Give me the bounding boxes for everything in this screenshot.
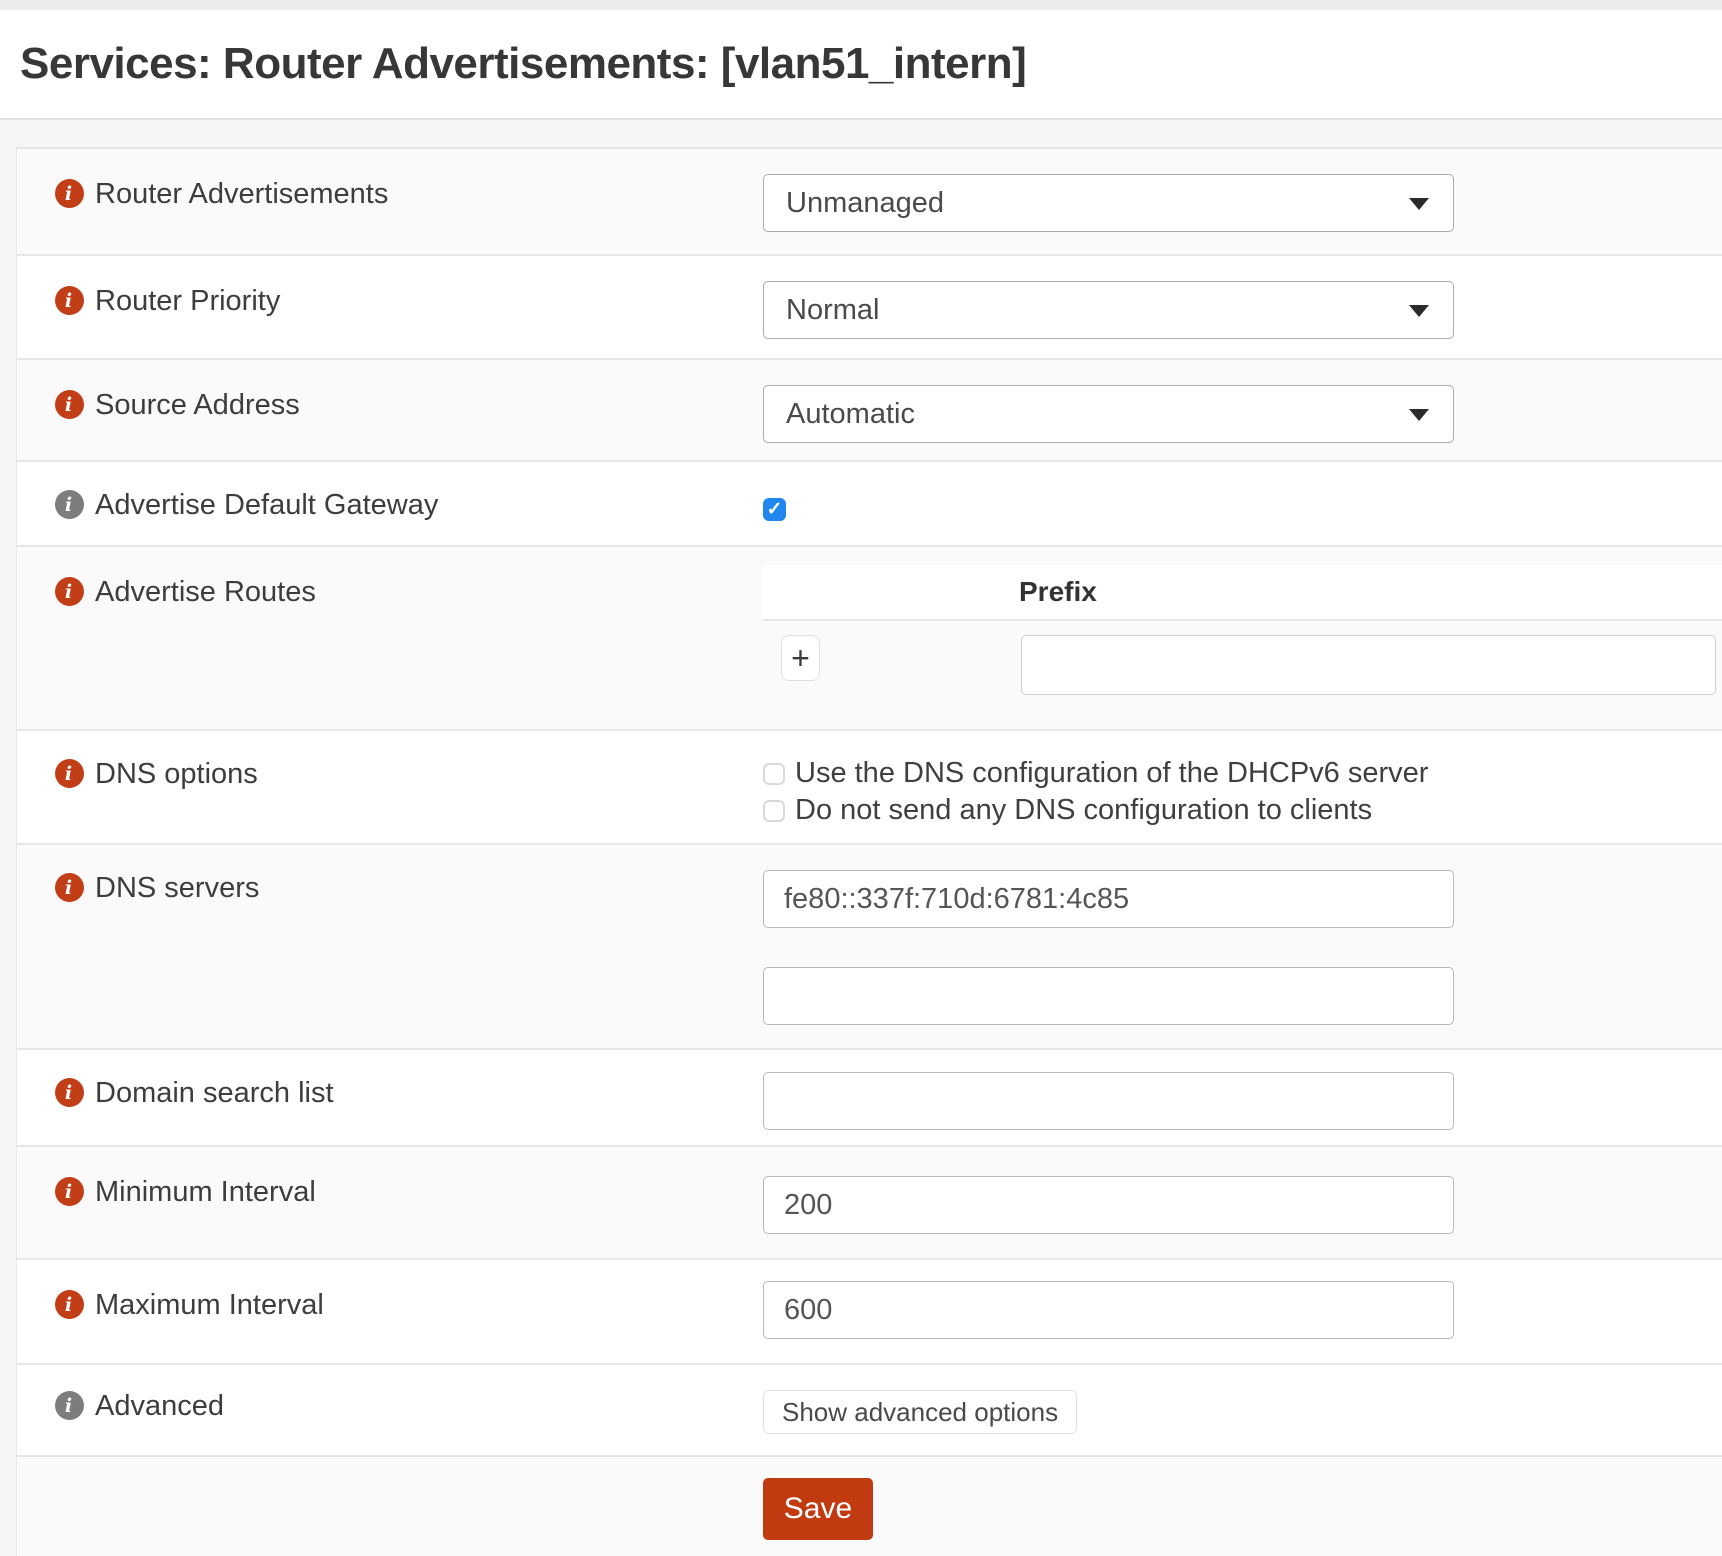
selected-value: Unmanaged	[786, 187, 944, 220]
domain-search-list-input[interactable]	[763, 1072, 1454, 1130]
router-advertisements-select[interactable]: Unmanaged	[763, 174, 1454, 232]
add-route-button[interactable]: +	[781, 635, 820, 681]
row-advanced: i Advanced Show advanced options	[17, 1365, 1722, 1457]
row-router-advertisements: i Router Advertisements Unmanaged	[17, 149, 1722, 256]
info-icon[interactable]: i	[55, 179, 84, 208]
routes-table-header: Prefix	[763, 565, 1722, 621]
row-advertise-routes: i Advertise Routes Prefix +	[17, 547, 1722, 731]
prefix-column-header: Prefix	[1019, 576, 1097, 608]
selected-value: Automatic	[786, 398, 915, 431]
info-icon[interactable]: i	[55, 873, 84, 902]
field-label: Source Address	[95, 390, 300, 420]
info-icon[interactable]: i	[55, 490, 84, 519]
field-label: Router Priority	[95, 286, 280, 316]
window-top-strip	[0, 0, 1722, 10]
field-label: DNS servers	[95, 873, 259, 903]
use-dhcpv6-dns-checkbox[interactable]	[763, 763, 785, 785]
field-label: Minimum Interval	[95, 1177, 316, 1207]
field-label: Advanced	[95, 1391, 224, 1421]
row-advertise-default-gateway: i Advertise Default Gateway ✓	[17, 462, 1722, 547]
row-source-address: i Source Address Automatic	[17, 360, 1722, 462]
checkbox-label: Use the DNS configuration of the DHCPv6 …	[795, 757, 1428, 790]
advertise-default-gateway-checkbox[interactable]: ✓	[763, 498, 786, 521]
row-domain-search-list: i Domain search list	[17, 1050, 1722, 1147]
info-icon[interactable]: i	[55, 577, 84, 606]
info-icon[interactable]: i	[55, 390, 84, 419]
field-label: Router Advertisements	[95, 179, 388, 209]
dns-option: Use the DNS configuration of the DHCPv6 …	[763, 755, 1722, 792]
checkbox-label: Do not send any DNS configuration to cli…	[795, 794, 1372, 827]
routes-table-row: +	[763, 635, 1722, 695]
row-dns-servers: i DNS servers	[17, 845, 1722, 1050]
info-icon[interactable]: i	[55, 1391, 84, 1420]
dns-server-1-input[interactable]	[763, 870, 1454, 928]
chevron-down-icon	[1409, 198, 1429, 210]
selected-value: Normal	[786, 294, 879, 327]
no-dns-config-checkbox[interactable]	[763, 800, 785, 822]
info-icon[interactable]: i	[55, 1177, 84, 1206]
chevron-down-icon	[1409, 305, 1429, 317]
source-address-select[interactable]: Automatic	[763, 385, 1454, 443]
dns-server-2-input[interactable]	[763, 967, 1454, 1025]
info-icon[interactable]: i	[55, 1078, 84, 1107]
prefix-input[interactable]	[1021, 635, 1716, 695]
field-label: Domain search list	[95, 1078, 334, 1108]
field-label: Advertise Default Gateway	[95, 490, 438, 520]
row-minimum-interval: i Minimum Interval	[17, 1147, 1722, 1260]
router-priority-select[interactable]: Normal	[763, 281, 1454, 339]
minimum-interval-input[interactable]	[763, 1176, 1454, 1234]
field-label: DNS options	[95, 759, 258, 789]
save-button[interactable]: Save	[763, 1478, 873, 1540]
row-dns-options: i DNS options Use the DNS configuration …	[17, 731, 1722, 845]
info-icon[interactable]: i	[55, 286, 84, 315]
row-router-priority: i Router Priority Normal	[17, 256, 1722, 360]
chevron-down-icon	[1409, 409, 1429, 421]
row-maximum-interval: i Maximum Interval	[17, 1260, 1722, 1365]
dns-option: Do not send any DNS configuration to cli…	[763, 792, 1722, 829]
page-title: Services: Router Advertisements: [vlan51…	[20, 39, 1026, 89]
field-label: Maximum Interval	[95, 1290, 324, 1320]
maximum-interval-input[interactable]	[763, 1281, 1454, 1339]
page-header: Services: Router Advertisements: [vlan51…	[0, 10, 1722, 120]
settings-form: i Router Advertisements Unmanaged i Rout…	[16, 147, 1722, 1556]
info-icon[interactable]: i	[55, 1290, 84, 1319]
field-label: Advertise Routes	[95, 577, 316, 607]
row-save: Save	[17, 1457, 1722, 1556]
info-icon[interactable]: i	[55, 759, 84, 788]
show-advanced-options-button[interactable]: Show advanced options	[763, 1390, 1077, 1434]
